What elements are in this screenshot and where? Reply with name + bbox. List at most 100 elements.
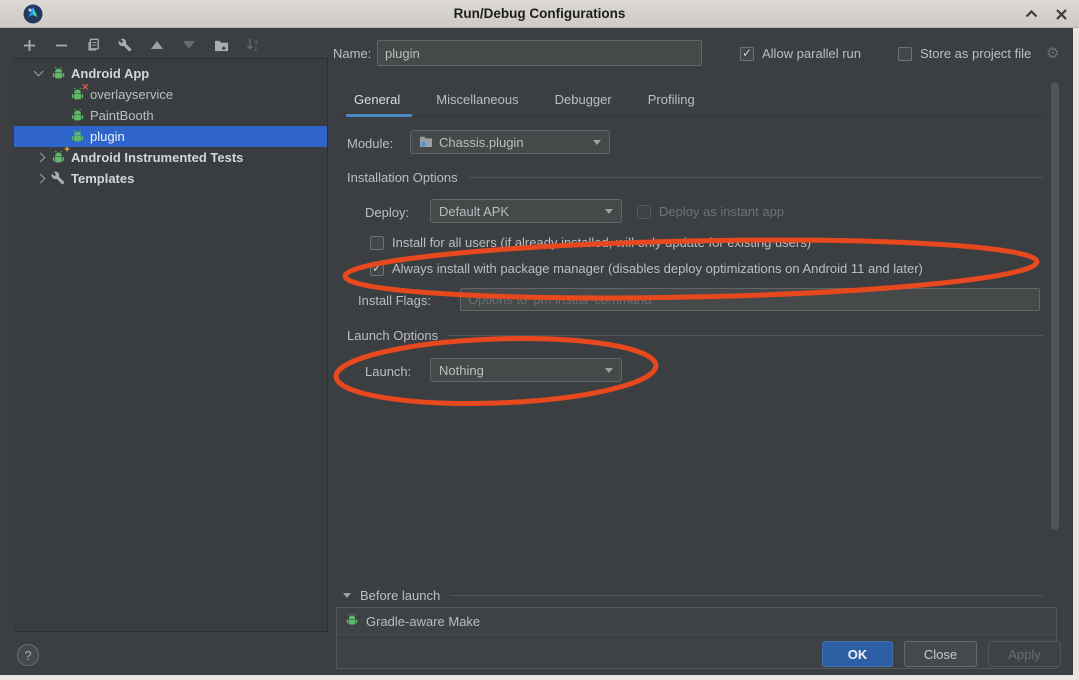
active-tab-indicator	[346, 114, 412, 117]
collapse-before-launch-icon[interactable]	[343, 593, 351, 598]
help-button[interactable]: ?	[17, 644, 39, 666]
launch-dropdown[interactable]: Nothing	[430, 358, 622, 382]
checkbox-icon[interactable]	[637, 205, 651, 219]
apply-label: Apply	[1008, 647, 1041, 662]
checkbox-icon[interactable]	[370, 262, 384, 276]
before-launch-section: Before launch	[360, 588, 1044, 603]
tree-item-android-app[interactable]: Android App	[14, 63, 327, 84]
deploy-label: Deploy:	[365, 205, 409, 220]
edit-defaults-wrench-icon[interactable]	[114, 34, 136, 56]
android-icon	[70, 129, 85, 144]
install-flags-input[interactable]	[460, 288, 1040, 311]
tab-debugger[interactable]: Debugger	[555, 92, 612, 117]
deploy-as-instant-app-checkbox[interactable]: Deploy as instant app	[637, 204, 784, 219]
svg-text:z: z	[254, 46, 257, 52]
settings-gear-icon[interactable]: ⚙	[1046, 44, 1059, 62]
tree-item-plugin-selected[interactable]: plugin	[14, 126, 327, 147]
chevron-down-icon	[593, 140, 601, 145]
launch-value: Nothing	[439, 363, 484, 378]
tree-item-templates[interactable]: Templates	[14, 168, 327, 189]
chevron-down-icon[interactable]	[34, 67, 44, 77]
android-icon	[345, 613, 359, 630]
section-divider	[450, 595, 1044, 596]
install-for-all-users-checkbox[interactable]: Install for all users (if already instal…	[370, 235, 811, 250]
module-value: Chassis.plugin	[439, 135, 524, 150]
always-install-package-manager-checkbox[interactable]: Always install with package manager (dis…	[370, 261, 923, 276]
section-divider	[468, 177, 1044, 178]
close-button[interactable]: Close	[904, 641, 977, 667]
add-configuration-icon[interactable]	[18, 34, 40, 56]
before-launch-item-label: Gradle-aware Make	[366, 614, 480, 629]
error-badge-icon: ✕	[81, 82, 89, 93]
vertical-scrollbar[interactable]	[1051, 82, 1059, 530]
close-label: Close	[924, 647, 957, 662]
install-flags-label: Install Flags:	[358, 293, 431, 308]
titlebar: Run/Debug Configurations	[0, 0, 1079, 28]
chevron-right-icon[interactable]	[36, 174, 46, 184]
android-error-icon: ✕	[70, 87, 85, 102]
install-for-all-users-label: Install for all users (if already instal…	[392, 235, 811, 250]
tree-item-label: overlayservice	[90, 87, 173, 102]
tree-item-android-instrumented-tests[interactable]: Android Instrumented Tests	[14, 147, 327, 168]
tree-item-label: PaintBooth	[90, 108, 154, 123]
tab-miscellaneous[interactable]: Miscellaneous	[436, 92, 518, 117]
tree-item-overlayservice[interactable]: ✕ overlayservice	[14, 84, 327, 105]
allow-parallel-run-label: Allow parallel run	[762, 46, 861, 61]
configurations-tree: Android App ✕ overlayservice	[14, 58, 328, 632]
launch-options-section: Launch Options	[347, 328, 1044, 343]
sort-configurations-icon[interactable]: a z	[242, 34, 264, 56]
chevron-down-icon	[605, 209, 613, 214]
android-studio-icon	[23, 4, 43, 24]
collapse-window-icon[interactable]	[1023, 6, 1039, 22]
checkbox-icon[interactable]	[370, 236, 384, 250]
checkbox-icon[interactable]	[898, 47, 912, 61]
ok-button[interactable]: OK	[822, 641, 893, 667]
tab-profiling[interactable]: Profiling	[648, 92, 695, 117]
close-window-icon[interactable]	[1053, 6, 1069, 22]
remove-configuration-icon[interactable]	[50, 34, 72, 56]
module-label: Module:	[347, 136, 393, 151]
installation-options-title: Installation Options	[347, 170, 458, 185]
section-divider	[448, 335, 1044, 336]
tree-item-label: plugin	[90, 129, 125, 144]
chevron-down-icon	[605, 368, 613, 373]
window-title: Run/Debug Configurations	[0, 6, 1079, 21]
before-launch-title: Before launch	[360, 588, 440, 603]
tree-item-label: Android App	[71, 66, 149, 81]
new-folder-icon[interactable]	[210, 34, 232, 56]
checkbox-icon[interactable]	[740, 47, 754, 61]
tree-item-label: Templates	[71, 171, 134, 186]
help-label: ?	[24, 648, 31, 663]
before-launch-item-gradle[interactable]: Gradle-aware Make	[337, 608, 1056, 635]
chevron-right-icon[interactable]	[36, 153, 46, 163]
apply-button[interactable]: Apply	[988, 641, 1061, 667]
name-input[interactable]	[377, 40, 702, 66]
always-install-package-manager-label: Always install with package manager (dis…	[392, 261, 923, 276]
ok-label: OK	[848, 647, 868, 662]
copy-configuration-icon[interactable]	[82, 34, 104, 56]
configurations-toolbar: a z	[18, 33, 264, 57]
android-icon	[70, 108, 85, 123]
deploy-value: Default APK	[439, 204, 509, 219]
store-as-project-file-checkbox[interactable]: Store as project file	[898, 46, 1031, 61]
deploy-as-instant-app-label: Deploy as instant app	[659, 204, 784, 219]
module-dropdown[interactable]: Chassis.plugin	[410, 130, 610, 154]
android-icon	[51, 66, 66, 81]
run-debug-configurations-dialog: a z Name: Allow parallel run Store as pr…	[0, 28, 1073, 675]
tab-divider	[340, 116, 1046, 117]
deploy-dropdown[interactable]: Default APK	[430, 199, 622, 223]
allow-parallel-run-checkbox[interactable]: Allow parallel run	[740, 46, 861, 61]
module-folder-icon	[419, 135, 433, 150]
android-test-icon	[51, 150, 66, 165]
installation-options-section: Installation Options	[347, 170, 1044, 185]
store-as-project-file-label: Store as project file	[920, 46, 1031, 61]
launch-label: Launch:	[365, 364, 411, 379]
wrench-icon	[51, 171, 66, 186]
name-label: Name:	[333, 46, 371, 61]
launch-options-title: Launch Options	[347, 328, 438, 343]
move-up-icon[interactable]	[146, 34, 168, 56]
tree-item-label: Android Instrumented Tests	[71, 150, 243, 165]
svg-text:a: a	[254, 39, 258, 46]
move-down-icon[interactable]	[178, 34, 200, 56]
tree-item-paintbooth[interactable]: PaintBooth	[14, 105, 327, 126]
